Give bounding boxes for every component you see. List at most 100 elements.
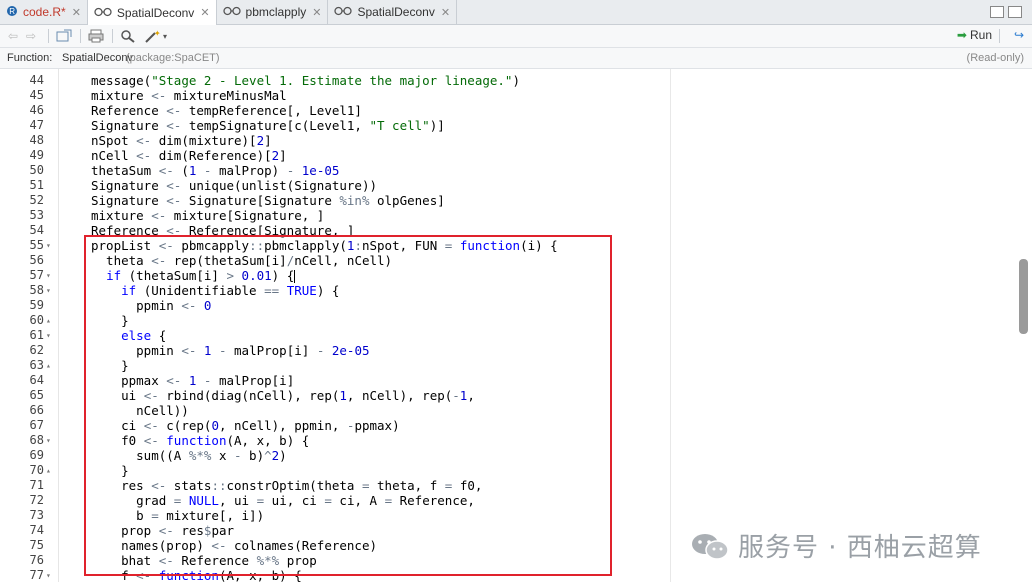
line-number: 46 xyxy=(29,103,44,117)
line-number: 72 xyxy=(29,493,44,507)
line-number: 53 xyxy=(29,208,44,222)
fold-toggle-icon[interactable]: ▾ xyxy=(46,238,51,253)
tab-3[interactable]: SpatialDeconv ✕ xyxy=(328,0,458,24)
line-number: 66 xyxy=(29,403,44,417)
line-number: 76 xyxy=(29,553,44,567)
tab-label: SpatialDeconv xyxy=(357,5,435,19)
code-line: 45 mixture <- mixtureMinusMal xyxy=(0,88,1000,103)
code-line: 49 nCell <- dim(Reference)[2] xyxy=(0,148,1000,163)
back-arrow-icon[interactable]: ⇦ xyxy=(8,28,18,44)
code-text: mixture <- mixture[Signature, ] xyxy=(91,208,325,223)
line-number: 69 xyxy=(29,448,44,462)
rerun-icon[interactable]: ↪ xyxy=(1014,28,1024,42)
svg-text:R: R xyxy=(9,7,15,16)
function-info-bar: Function: SpatialDeconv (package:SpaCET)… xyxy=(0,48,1032,69)
line-number: 70 xyxy=(29,463,44,477)
code-text: Signature <- Signature[Signature %in% ol… xyxy=(91,193,445,208)
code-line: 52 Signature <- Signature[Signature %in% … xyxy=(0,193,1000,208)
line-number: 65 xyxy=(29,388,44,402)
code-text: Signature <- tempSignature[c(Level1, "T … xyxy=(91,118,445,133)
close-tab-icon[interactable]: ✕ xyxy=(72,6,81,19)
tab-label: code.R* xyxy=(23,5,66,19)
viewer-icon xyxy=(334,5,353,19)
code-line: 47 Signature <- tempSignature[c(Level1, "… xyxy=(0,118,1000,133)
line-number: 64 xyxy=(29,373,44,387)
code-editor[interactable]: 44 message("Stage 2 - Level 1. Estimate t… xyxy=(0,69,1032,583)
tab-label: SpatialDeconv xyxy=(116,5,195,20)
viewer-icon xyxy=(94,6,112,20)
line-number: 61 xyxy=(29,328,44,342)
fold-toggle-icon[interactable]: ▴ xyxy=(46,463,51,478)
code-line: 51 Signature <- unique(unlist(Signature)) xyxy=(0,178,1000,193)
fold-toggle-icon[interactable]: ▾ xyxy=(46,568,51,583)
line-number: 71 xyxy=(29,478,44,492)
code-text: nCell <- dim(Reference)[2] xyxy=(91,148,287,163)
code-text: mixture <- mixtureMinusMal xyxy=(91,88,287,103)
tab-2[interactable]: pbmclapply ✕ xyxy=(217,0,329,24)
line-number: 44 xyxy=(29,73,44,87)
line-number: 68 xyxy=(29,433,44,447)
code-line: 44 message("Stage 2 - Level 1. Estimate t… xyxy=(0,73,1000,88)
code-text: thetaSum <- (1 - malProp) - 1e-05 xyxy=(91,163,340,178)
code-line: 53 mixture <- mixture[Signature, ] xyxy=(0,208,1000,223)
code-line: 50 thetaSum <- (1 - malProp) - 1e-05 xyxy=(0,163,1000,178)
fold-toggle-icon[interactable]: ▴ xyxy=(46,313,51,328)
line-number: 67 xyxy=(29,418,44,432)
line-number: 74 xyxy=(29,523,44,537)
forward-arrow-icon[interactable]: ⇨ xyxy=(26,28,36,44)
editor-tab-bar: Rcode.R* ✕ SpatialDeconv ✕ pbmclapply ✕ Spatia… xyxy=(0,0,1032,25)
function-label: Function: xyxy=(7,52,53,64)
line-number: 58 xyxy=(29,283,44,297)
code-line: 48 nSpot <- dim(mixture)[2] xyxy=(0,133,1000,148)
pane-window-controls xyxy=(990,6,1022,18)
read-only-indicator: (Read-only) xyxy=(966,52,1024,64)
editor-toolbar: ⇦ ⇨ ✦ ▾ ➡ Run ↪ xyxy=(0,25,1032,48)
highlight-annotation-box xyxy=(84,235,612,576)
run-button[interactable]: ➡ Run xyxy=(957,28,992,42)
fold-toggle-icon[interactable]: ▾ xyxy=(46,268,51,283)
show-in-window-icon[interactable] xyxy=(56,28,72,44)
line-number: 45 xyxy=(29,88,44,102)
function-name: SpatialDeconv xyxy=(62,52,133,64)
minimize-pane-icon[interactable] xyxy=(990,6,1004,18)
tab-label: pbmclapply xyxy=(245,5,307,19)
code-text: Signature <- unique(unlist(Signature)) xyxy=(91,178,377,193)
line-number: 50 xyxy=(29,163,44,177)
line-number: 51 xyxy=(29,178,44,192)
watermark-text: 服务号 · 西柚云超算 xyxy=(738,533,982,563)
fold-toggle-icon[interactable]: ▾ xyxy=(46,283,51,298)
close-tab-icon[interactable]: ✕ xyxy=(312,6,321,19)
line-number: 54 xyxy=(29,223,44,237)
vertical-scrollbar[interactable] xyxy=(1019,259,1028,334)
close-tab-icon[interactable]: ✕ xyxy=(441,6,450,19)
code-text: nSpot <- dim(mixture)[2] xyxy=(91,133,272,148)
maximize-pane-icon[interactable] xyxy=(1008,6,1022,18)
code-text: message("Stage 2 - Level 1. Estimate the… xyxy=(91,73,520,88)
viewer-icon xyxy=(222,5,241,19)
line-number: 49 xyxy=(29,148,44,162)
line-number: 47 xyxy=(29,118,44,132)
search-icon[interactable] xyxy=(120,28,136,44)
line-number: 52 xyxy=(29,193,44,207)
fold-toggle-icon[interactable]: ▾ xyxy=(46,328,51,343)
magic-wand-icon[interactable]: ✦ ▾ xyxy=(144,28,167,44)
run-arrow-icon: ➡ xyxy=(956,28,967,42)
package-name: (package:SpaCET) xyxy=(126,52,220,64)
close-tab-icon[interactable]: ✕ xyxy=(200,6,209,19)
line-number: 57 xyxy=(29,268,44,282)
fold-toggle-icon[interactable]: ▾ xyxy=(46,433,51,448)
code-text: Reference <- tempReference[, Level1] xyxy=(91,103,362,118)
line-number: 55 xyxy=(29,238,44,252)
line-number: 59 xyxy=(29,298,44,312)
wechat-logo-icon xyxy=(690,531,730,561)
line-number: 63 xyxy=(29,358,44,372)
tab-1[interactable]: SpatialDeconv ✕ xyxy=(87,0,217,25)
line-number: 77 xyxy=(29,568,44,582)
tab-0[interactable]: Rcode.R* ✕ xyxy=(0,0,88,24)
line-number: 60 xyxy=(29,313,44,327)
code-line: 46 Reference <- tempReference[, Level1] xyxy=(0,103,1000,118)
fold-toggle-icon[interactable]: ▴ xyxy=(46,358,51,373)
print-icon[interactable] xyxy=(88,28,104,44)
line-number: 73 xyxy=(29,508,44,522)
line-number: 75 xyxy=(29,538,44,552)
